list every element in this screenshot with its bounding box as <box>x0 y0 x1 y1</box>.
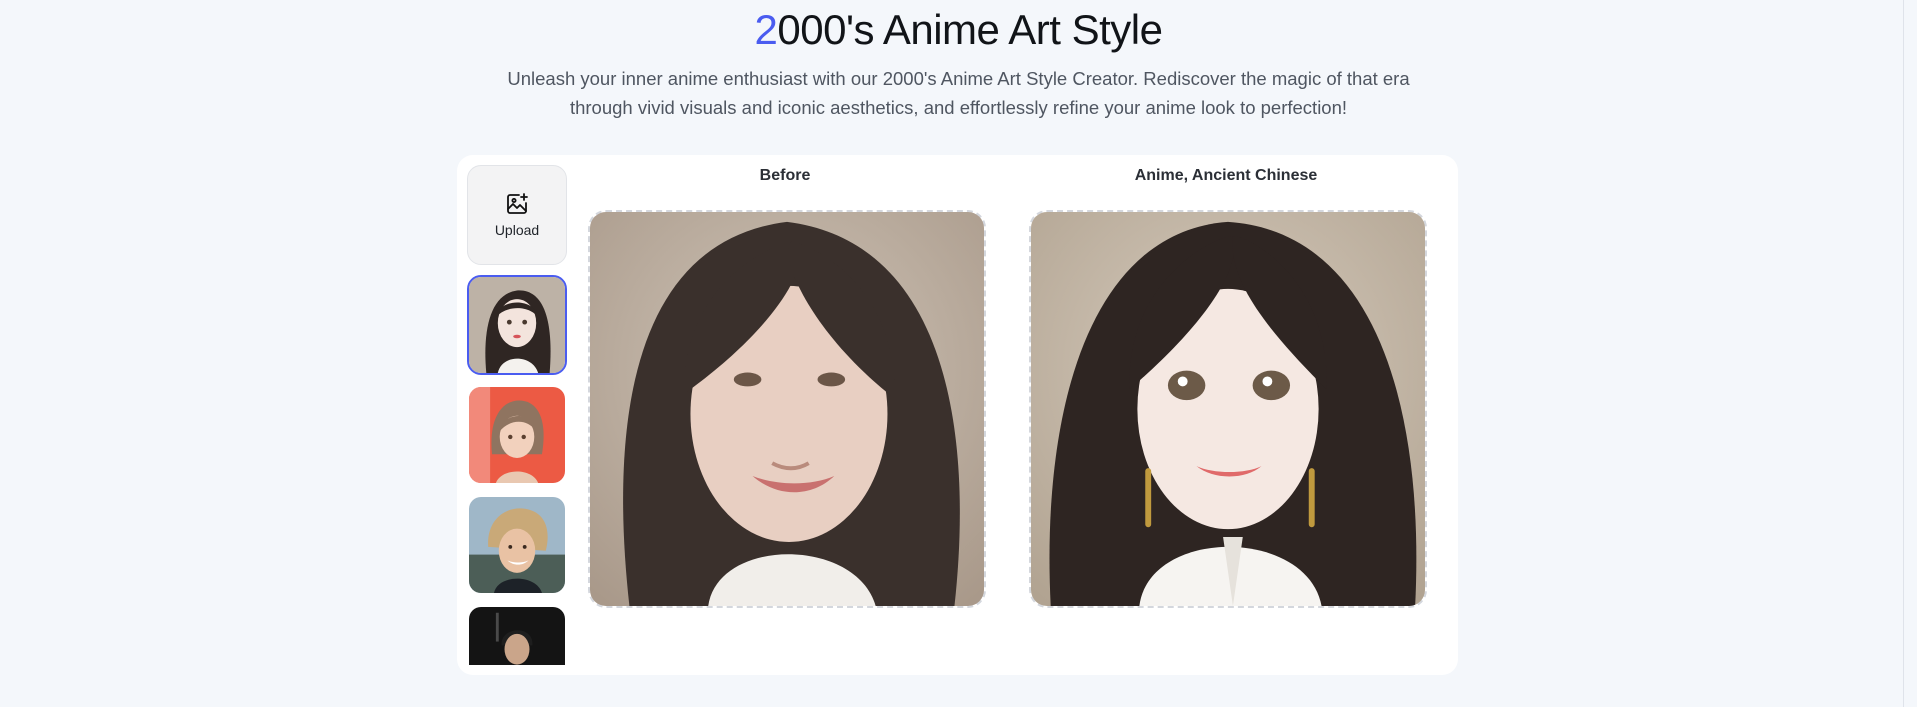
thumbnail-image <box>469 497 565 593</box>
thumbnail-image <box>469 607 565 665</box>
sample-thumbnail-list[interactable]: Upload <box>467 165 567 665</box>
page-subtitle: Unleash your inner anime enthusiast with… <box>507 68 1410 118</box>
before-photo <box>590 212 984 606</box>
thumbnail-image <box>469 387 565 483</box>
page-title: 2000's Anime Art Style <box>0 6 1917 54</box>
page-title-accent: 2 <box>754 6 778 53</box>
sample-thumbnail-1[interactable] <box>467 275 567 375</box>
image-plus-icon <box>507 193 528 214</box>
upload-button[interactable]: Upload <box>467 165 567 265</box>
sample-thumbnail-3[interactable] <box>467 495 567 595</box>
upload-label: Upload <box>494 222 540 238</box>
sample-thumbnail-4[interactable] <box>467 605 567 665</box>
before-label: Before <box>759 167 811 184</box>
before-image <box>588 210 986 608</box>
after-image <box>1029 210 1427 608</box>
thumbnail-image <box>469 277 565 373</box>
sample-thumbnail-2[interactable] <box>467 385 567 485</box>
page-scrollbar[interactable] <box>1903 0 1917 707</box>
after-style-label: Anime, Ancient Chinese <box>1134 167 1318 184</box>
page-title-rest: 000's Anime Art Style <box>777 6 1163 53</box>
after-anime-image <box>1031 212 1425 606</box>
